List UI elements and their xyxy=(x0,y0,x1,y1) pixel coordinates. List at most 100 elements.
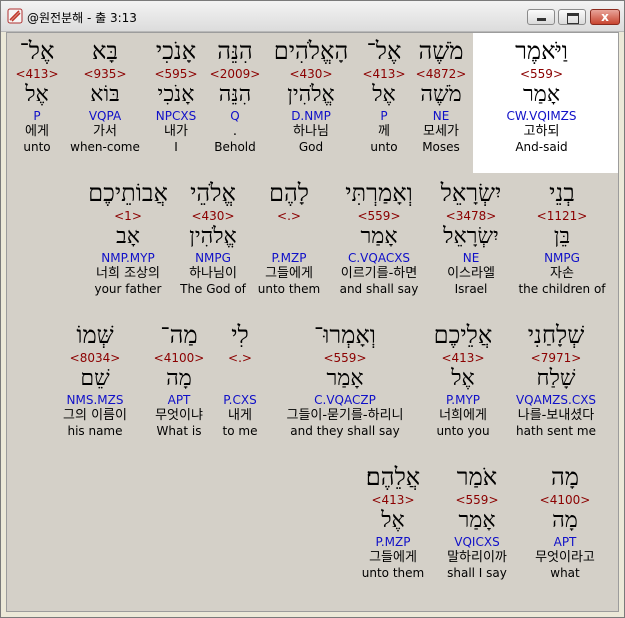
word-card[interactable]: מֹשֶׁה <4872> מֹשֶׁה NE 모세가 Moses xyxy=(409,35,473,154)
strong-number[interactable]: <2009> xyxy=(207,67,263,81)
hebrew-word: לִי xyxy=(231,321,249,349)
word-card[interactable]: יִשְׂרָאֵל <3478> יִשְׂרָאֵל NE 이스라엘 Isr… xyxy=(429,177,513,296)
parsing-code: P xyxy=(380,109,388,123)
strong-number[interactable]: <4872> xyxy=(409,67,473,81)
word-card[interactable]: בָּא <935> בּוֹא VQPA 가서 when-come xyxy=(65,35,145,154)
word-card-selected[interactable]: וַיֹּאמֶר <559> אָמַר CW.VQIMZS 고하되 And-… xyxy=(473,33,610,173)
korean-gloss: 너희에게 xyxy=(439,408,487,423)
parsing-code: C.VQACXS xyxy=(347,251,411,265)
maximize-button[interactable] xyxy=(558,9,586,25)
korean-gloss: 자손 xyxy=(550,266,574,281)
korean-gloss: 말하리이까 xyxy=(447,550,507,565)
word-card[interactable]: אֲלֵהֶם׃ <413> אֶל P.MZP 그들에게 unto them xyxy=(357,461,429,580)
english-gloss: when-come xyxy=(70,140,140,154)
lexical-root: שֵׁם xyxy=(80,366,110,391)
parsing-code: P xyxy=(33,109,41,123)
word-card[interactable]: אֲבוֹתֵיכֶם <1> אָב NMP.MYP 너희 조상의 your … xyxy=(79,177,177,296)
english-gloss: Israel xyxy=(454,282,488,296)
strong-number[interactable]: <.> xyxy=(249,209,329,223)
lexical-root: אֱלֹהִין xyxy=(287,82,335,107)
word-card[interactable]: וְאָמְרוּ־ <559> אָמַר C.VQACZP 그들이-묻기를-… xyxy=(265,319,425,438)
title-bar[interactable]: @원전분해 - 출 3:13 x xyxy=(1,1,624,32)
strong-number[interactable]: <935> xyxy=(65,67,145,81)
word-card[interactable]: לִי <.> P.CXS 내게 to me xyxy=(215,319,265,438)
strong-number[interactable]: <430> xyxy=(177,209,249,223)
english-gloss: Behold xyxy=(214,140,256,154)
strong-number[interactable]: <413> xyxy=(9,67,65,81)
korean-gloss: 가서 xyxy=(93,124,117,139)
english-gloss: unto xyxy=(370,140,398,154)
word-card[interactable]: לָהֶם <.> P.MZP 그들에게 unto them xyxy=(249,177,329,296)
lexical-root: מָה xyxy=(552,508,578,533)
word-card[interactable]: אֹמַר <559> אָמַר VQICXS 말하리이까 shall I s… xyxy=(435,461,519,580)
english-gloss: what xyxy=(550,566,580,580)
lexical-root: בּוֹא xyxy=(90,82,120,107)
strong-number[interactable]: <595> xyxy=(145,67,207,81)
close-button[interactable]: x xyxy=(590,9,620,25)
english-gloss: unto them xyxy=(257,282,321,296)
hebrew-word: שְּׁמוֹ xyxy=(76,321,114,349)
korean-gloss: 내가 xyxy=(164,124,188,139)
korean-gloss: 너희 조상의 xyxy=(96,266,160,281)
word-card[interactable]: אֲלֵיכֶם <413> אֶל P.MYP 너희에게 unto you xyxy=(425,319,501,438)
strong-number[interactable]: <1> xyxy=(79,209,177,223)
minimize-button[interactable] xyxy=(527,9,555,25)
word-card[interactable]: הָאֱלֹהִים <430> אֱלֹהִין D.NMP 하나님 God xyxy=(263,35,359,154)
strong-number[interactable]: <4100> xyxy=(521,493,609,507)
hebrew-word: בְנֵי xyxy=(549,179,575,207)
parsing-code: NE xyxy=(462,251,480,265)
word-card[interactable]: מָה <4100> מָה APT 무엇이라고 what xyxy=(521,461,609,580)
strong-number[interactable]: <559> xyxy=(473,67,610,81)
english-gloss: your father xyxy=(94,282,162,296)
lexical-root: בֵּן xyxy=(553,224,571,249)
lexical-root: שָׁלַח xyxy=(536,366,576,391)
strong-number[interactable]: <8034> xyxy=(51,351,139,365)
lexical-root: מֹשֶׁה xyxy=(420,82,462,107)
parsing-code: NMP.MYP xyxy=(101,251,155,265)
hebrew-word: וְאָמְרוּ־ xyxy=(314,321,376,349)
word-card[interactable]: בְנֵי <1121> בֵּן NMPG 자손 the children o… xyxy=(513,177,611,296)
lexical-root: יִשְׂרָאֵל xyxy=(443,224,499,249)
english-gloss: And-said xyxy=(515,140,568,154)
english-gloss: unto you xyxy=(436,424,490,438)
word-card[interactable]: שְׁלָחַנִי <7971> שָׁלַח VQAMZS.CXS 나를-보… xyxy=(501,319,611,438)
strong-number[interactable]: <7971> xyxy=(501,351,611,365)
strong-number[interactable]: <3478> xyxy=(429,209,513,223)
word-card[interactable]: אֶל־ <413> אֶל P 께 unto xyxy=(359,35,409,154)
word-card[interactable]: וְאָמַרְתִּי <559> אָמַר C.VQACXS 이르기를-하… xyxy=(329,177,429,296)
korean-gloss: 하나님 xyxy=(293,124,329,139)
strong-number[interactable]: <413> xyxy=(359,67,409,81)
english-gloss: I xyxy=(174,140,178,154)
strong-number[interactable]: <1121> xyxy=(513,209,611,223)
word-analysis-pane[interactable]: אֶל־ <413> אֶל P 에게 unto בָּא <935> בּוֹ… xyxy=(6,32,619,612)
korean-gloss: 나를-보내셨다 xyxy=(517,408,595,423)
strong-number[interactable]: <559> xyxy=(329,209,429,223)
korean-gloss: . xyxy=(232,124,238,139)
strong-number[interactable]: <413> xyxy=(357,493,429,507)
lexical-root: אֶל xyxy=(25,82,49,107)
parsing-code: D.NMP xyxy=(291,109,331,123)
hebrew-word: אֱלֹהֵי xyxy=(190,179,236,207)
word-card[interactable]: מַה־ <4100> מָה APT 무엇이냐 What is xyxy=(143,319,215,438)
lexical-root: אָב xyxy=(116,224,140,249)
lexical-root: מָה xyxy=(166,366,192,391)
strong-number[interactable]: <4100> xyxy=(143,351,215,365)
strong-number[interactable]: <413> xyxy=(425,351,501,365)
lexical-root: הִנֵּה xyxy=(218,82,252,107)
word-card[interactable]: הִנֵּה <2009> הִנֵּה Q . Behold xyxy=(207,35,263,154)
strong-number[interactable]: <559> xyxy=(265,351,425,365)
strong-number[interactable]: <559> xyxy=(435,493,519,507)
parsing-code: NMPG xyxy=(195,251,231,265)
word-card[interactable]: אֱלֹהֵי <430> אֱלֹהִין NMPG 하나님이 The God… xyxy=(177,177,249,296)
hebrew-word: לָהֶם xyxy=(268,179,309,207)
korean-gloss: 고하되 xyxy=(523,124,560,139)
hebrew-word: אֶל־ xyxy=(366,37,402,65)
word-card[interactable]: אָנֹכִי <595> אָנֹכִי NPCXS 내가 I xyxy=(145,35,207,154)
parsing-code: C.VQACZP xyxy=(314,393,376,407)
hebrew-word: אֶל־ xyxy=(19,37,55,65)
strong-number[interactable]: <430> xyxy=(263,67,359,81)
word-card[interactable]: שְּׁמוֹ <8034> שֵׁם NMS.MZS 그의 이름이 his n… xyxy=(51,319,139,438)
lexical-root: אֶל xyxy=(451,366,475,391)
word-card[interactable]: אֶל־ <413> אֶל P 에게 unto xyxy=(9,35,65,154)
strong-number[interactable]: <.> xyxy=(215,351,265,365)
